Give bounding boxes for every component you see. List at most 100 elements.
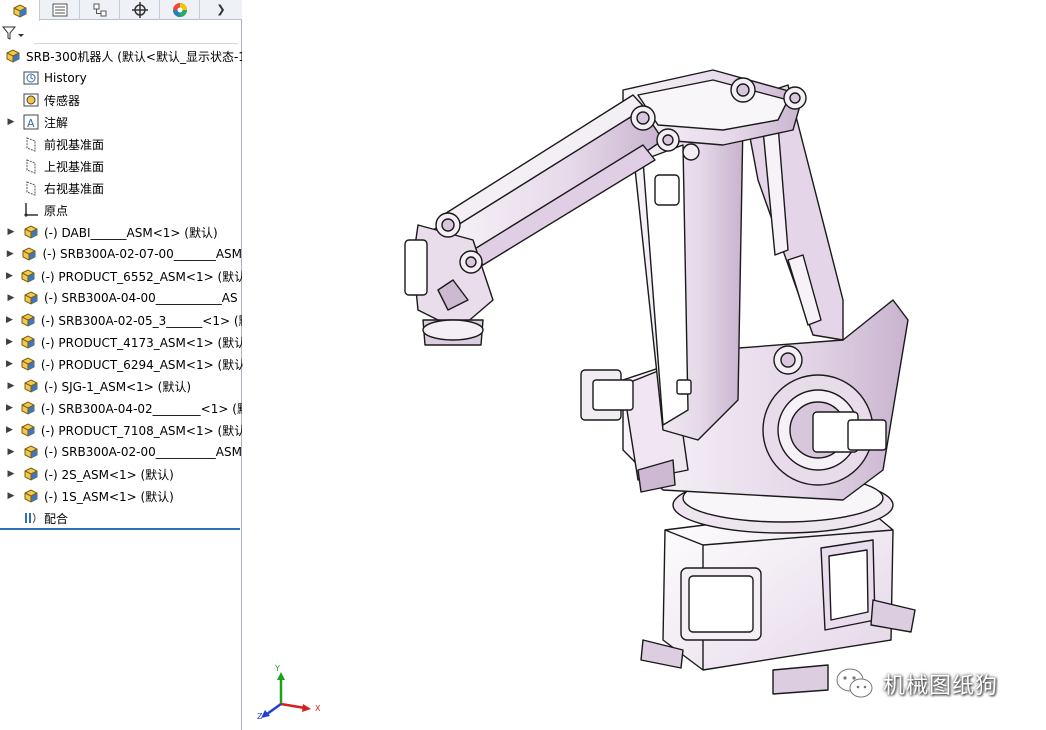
tree-item[interactable]: ▶ (-) DABI______ASM<1> (默认) [0, 221, 242, 243]
expand-arrow-icon[interactable]: ▶ [6, 425, 13, 435]
tree-filter-row [0, 22, 242, 44]
expand-arrow-icon[interactable]: ▶ [6, 249, 14, 259]
subassembly-icon [22, 377, 40, 395]
subassembly-icon [22, 289, 40, 307]
tree-item-label: 注解 [44, 115, 69, 130]
tree-item-label: 原点 [44, 203, 69, 218]
tree-item-label: (-) SRB300A-02-00__________ASM [44, 445, 242, 459]
tree-root-assembly[interactable]: SRB-300机器人 (默认<默认_显示状态-1 [0, 45, 242, 67]
subassembly-icon [22, 487, 40, 505]
svg-text:A: A [27, 117, 35, 130]
configuration-manager-icon[interactable] [80, 0, 120, 20]
tree-item-label: (-) PRODUCT_4173_ASM<1> (默认 [40, 335, 242, 350]
expand-arrow-icon[interactable]: ▶ [6, 359, 13, 369]
tree-item[interactable]: ▶ (-) SRB300A-04-00___________AS [0, 287, 242, 309]
tree-item[interactable]: ▶ (-) PRODUCT_6552_ASM<1> (默认 [0, 265, 242, 287]
origin-icon [22, 201, 40, 219]
tree-item[interactable]: 配合 [0, 507, 242, 529]
tree-item-label: 上视基准面 [44, 159, 105, 174]
plane-icon [22, 135, 40, 153]
expand-arrow-icon[interactable]: ▶ [6, 469, 16, 479]
subassembly-icon [22, 465, 40, 483]
subassembly-icon [19, 421, 37, 439]
assembly-icon [4, 47, 22, 65]
wechat-icon [836, 668, 873, 698]
feature-manager-icon[interactable] [0, 0, 40, 21]
dimxpert-icon[interactable] [120, 0, 160, 20]
tree-item[interactable]: 原点 [0, 199, 242, 221]
sensor-icon [22, 91, 40, 109]
axis-x-label: X [315, 704, 321, 713]
expand-arrow-icon[interactable]: ▶ [6, 271, 13, 281]
expand-arrow-icon[interactable]: ▶ [6, 447, 16, 457]
subassembly-icon [19, 355, 37, 373]
tree-item[interactable]: ▶ (-) SJG-1_ASM<1> (默认) [0, 375, 242, 397]
tree-item[interactable]: 上视基准面 [0, 155, 242, 177]
tree-item[interactable]: ▶ (-) 1S_ASM<1> (默认) [0, 485, 242, 507]
annotation-icon: A [22, 113, 40, 131]
tree-bottom-divider [0, 528, 240, 530]
chevron-right-icon[interactable]: ❯ [200, 0, 242, 19]
tree-item[interactable]: ▶ (-) SRB300A-02-00__________ASM [0, 441, 242, 463]
subassembly-icon [19, 311, 37, 329]
expand-arrow-icon[interactable]: ▶ [6, 381, 16, 391]
tree-item-label: (-) PRODUCT_6552_ASM<1> (默认 [40, 269, 242, 284]
panel-tab-bar: ❯ [0, 0, 242, 21]
expand-arrow-icon[interactable]: ▶ [6, 491, 16, 501]
tree-item[interactable]: 右视基准面 [0, 177, 242, 199]
subassembly-icon [19, 399, 37, 417]
tree-item[interactable]: History [0, 67, 242, 89]
tree-item-label: History [44, 71, 87, 85]
filter-divider [34, 43, 238, 44]
tree-root-label: SRB-300机器人 (默认<默认_显示状态-1 [26, 49, 242, 64]
feature-manager-panel: ❯ SRB-300机器人 (默认<默认_显示状态-1 History 传感器 ▶ A 注… [0, 0, 248, 730]
tree-item-label: (-) SRB300A-02-07-00_______ASM [42, 247, 242, 261]
property-manager-icon[interactable] [40, 0, 80, 20]
tree-item-label: (-) 2S_ASM<1> (默认) [44, 467, 174, 482]
tree-item-label: (-) PRODUCT_6294_ASM<1> (默认 [40, 357, 242, 372]
subassembly-icon [22, 443, 40, 461]
tree-item[interactable]: ▶ (-) SRB300A-02-07-00_______ASM [0, 243, 242, 265]
tree-item[interactable]: ▶ A 注解 [0, 111, 242, 133]
tree-item-label: (-) SRB300A-04-00___________AS [44, 291, 238, 305]
expand-arrow-icon[interactable]: ▶ [6, 403, 13, 413]
watermark: 机械图纸狗 [835, 664, 998, 704]
robot-arm-model[interactable] [243, 0, 1046, 730]
subassembly-icon [19, 267, 37, 285]
expand-arrow-icon[interactable]: ▶ [6, 117, 16, 127]
tree-item-label: 传感器 [44, 93, 81, 108]
watermark-text: 机械图纸狗 [883, 674, 999, 699]
view-triad: Y X Z [255, 664, 325, 724]
expand-arrow-icon[interactable]: ▶ [6, 337, 13, 347]
tree-item[interactable]: ▶ (-) PRODUCT_6294_ASM<1> (默认 [0, 353, 242, 375]
tree-item-label: (-) SRB300A-04-02________<1> (默 [40, 401, 242, 416]
graphics-area[interactable]: Y X Z 机械图纸狗 [243, 0, 1046, 730]
tree-item-label: 右视基准面 [44, 181, 105, 196]
axis-y-label: Y [275, 664, 280, 673]
expand-arrow-icon[interactable]: ▶ [6, 293, 16, 303]
tree-item[interactable]: 前视基准面 [0, 133, 242, 155]
expand-arrow-icon[interactable]: ▶ [6, 227, 16, 237]
plane-icon [22, 179, 40, 197]
tree-item-label: (-) DABI______ASM<1> (默认) [44, 225, 218, 240]
tree-item[interactable]: ▶ (-) SRB300A-04-02________<1> (默 [0, 397, 242, 419]
subassembly-icon [22, 223, 40, 241]
history-icon [22, 69, 40, 87]
tree-item-label: 配合 [44, 511, 69, 526]
tree-item[interactable]: ▶ (-) 2S_ASM<1> (默认) [0, 463, 242, 485]
expand-arrow-icon[interactable]: ▶ [6, 315, 13, 325]
plane-icon [22, 157, 40, 175]
tree-item-label: (-) SRB300A-02-05_3______<1> (默 [40, 313, 242, 328]
axis-z-label: Z [257, 712, 263, 721]
subassembly-icon [19, 333, 37, 351]
tree-item[interactable]: ▶ (-) PRODUCT_4173_ASM<1> (默认 [0, 331, 242, 353]
mates-icon [22, 509, 40, 527]
tree-item-label: (-) SJG-1_ASM<1> (默认) [44, 379, 192, 394]
filter-icon[interactable] [2, 23, 32, 43]
tree-item[interactable]: 传感器 [0, 89, 242, 111]
tree-item-label: 前视基准面 [44, 137, 105, 152]
display-manager-icon[interactable] [160, 0, 200, 20]
tree-item[interactable]: ▶ (-) SRB300A-02-05_3______<1> (默 [0, 309, 242, 331]
tree-item[interactable]: ▶ (-) PRODUCT_7108_ASM<1> (默认 [0, 419, 242, 441]
tree-item-label: (-) 1S_ASM<1> (默认) [44, 489, 174, 504]
